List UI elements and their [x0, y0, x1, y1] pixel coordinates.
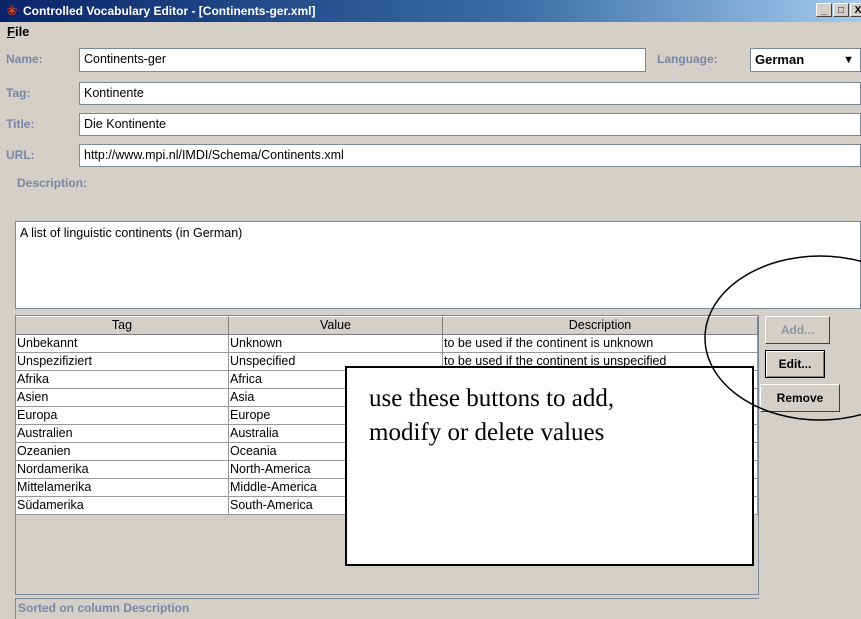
minimize-button[interactable]: _ — [816, 3, 832, 17]
url-label: URL: — [6, 148, 35, 162]
title-bar[interactable]: ❀ Controlled Vocabulary Editor - [Contin… — [0, 0, 861, 22]
annotation-callout: use these buttons to add, modify or dele… — [345, 366, 754, 566]
table-row[interactable]: Unbekannt Unknown to be used if the contin… — [16, 335, 758, 353]
callout-line-2: modify or delete values — [369, 419, 605, 446]
add-button[interactable]: Add... — [765, 316, 830, 344]
maximize-button[interactable]: □ — [833, 3, 849, 17]
description-label: Description: — [17, 176, 88, 190]
cell-tag: Australien — [16, 425, 229, 443]
remove-button[interactable]: Remove — [760, 384, 840, 412]
description-textarea[interactable]: A list of linguistic continents (in Germ… — [15, 221, 861, 309]
cell-tag: Asien — [16, 389, 229, 407]
title-field[interactable]: Die Kontinente — [79, 113, 861, 136]
menu-file[interactable]: File — [7, 24, 29, 40]
column-header-description[interactable]: Description — [443, 316, 758, 335]
editor-window: ❀ Controlled Vocabulary Editor - [Contin… — [0, 0, 861, 619]
cell-tag: Ozeanien — [16, 443, 229, 461]
cell-tag: Südamerika — [16, 497, 229, 515]
tag-label: Tag: — [6, 86, 31, 100]
sort-status: Sorted on column Description — [15, 598, 759, 619]
callout-line-1: use these buttons to add, — [369, 385, 615, 412]
cell-description: to be used if the continent is unknown — [443, 335, 758, 353]
name-label: Name: — [6, 52, 43, 66]
tag-field[interactable]: Kontinente — [79, 82, 861, 105]
dropdown-arrow-icon[interactable]: ▼ — [843, 53, 854, 67]
cell-tag: Unspezifiziert — [16, 353, 229, 371]
language-select[interactable]: German ▼ — [750, 48, 861, 72]
close-button[interactable]: X — [850, 3, 861, 17]
column-header-value[interactable]: Value — [229, 316, 443, 335]
cell-tag: Europa — [16, 407, 229, 425]
cell-tag: Nordamerika — [16, 461, 229, 479]
table-header: Tag Value Description — [16, 316, 758, 335]
cell-tag: Unbekannt — [16, 335, 229, 353]
name-field[interactable]: Continents-ger — [79, 48, 646, 72]
cell-tag: Mittelamerika — [16, 479, 229, 497]
title-label: Title: — [6, 117, 35, 131]
vocabulary-app-icon[interactable]: ❀ — [4, 3, 20, 19]
url-field[interactable]: http://www.mpi.nl/IMDI/Schema/Continents… — [79, 144, 861, 167]
edit-button[interactable]: Edit... — [765, 350, 825, 378]
language-label: Language: — [657, 52, 718, 66]
cell-tag: Afrika — [16, 371, 229, 389]
cell-value: Unknown — [229, 335, 443, 353]
window-title: Controlled Vocabulary Editor - [Continen… — [23, 4, 316, 18]
column-header-tag[interactable]: Tag — [16, 316, 229, 335]
menu-bar: File — [0, 22, 861, 42]
language-value: German — [755, 52, 805, 67]
